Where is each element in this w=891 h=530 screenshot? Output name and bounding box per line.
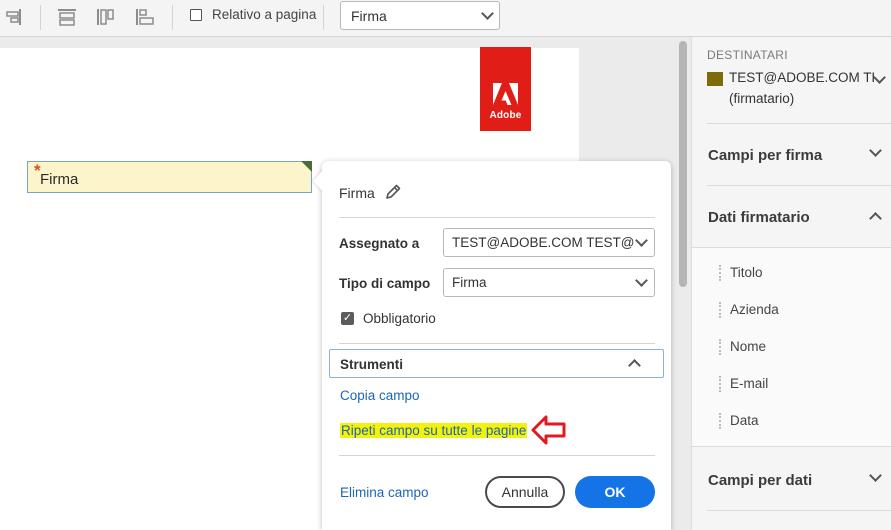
- field-type-select[interactable]: Firma: [340, 1, 500, 30]
- copy-field-link[interactable]: Copia campo: [340, 388, 420, 403]
- relative-to-page-checkbox[interactable]: [190, 9, 202, 21]
- annotation-arrow-icon: [531, 415, 566, 445]
- adobe-logo-text: Adobe: [489, 110, 522, 121]
- toolbar-separator: [172, 5, 173, 30]
- assigned-to-value: TEST@ADOBE.COM TEST@ADOBE.COM: [452, 235, 634, 250]
- chevron-down-icon: [481, 7, 494, 20]
- divider: [339, 455, 655, 456]
- popup-field-type-select[interactable]: Firma: [443, 268, 655, 297]
- recipient-email[interactable]: TEST@ADOBE.COM TE...: [729, 70, 874, 85]
- signer-item-titolo[interactable]: Titolo: [730, 265, 763, 280]
- signer-item-data[interactable]: Data: [730, 413, 759, 428]
- signature-field[interactable]: * Firma: [27, 161, 312, 193]
- signature-field-label: Firma: [40, 171, 79, 188]
- signer-item-nome[interactable]: Nome: [730, 339, 766, 354]
- field-corner-marker: [301, 161, 312, 172]
- required-label: Obbligatorio: [363, 311, 436, 326]
- recipient-role: (firmatario): [729, 91, 795, 106]
- field-type-label: Tipo di campo: [339, 276, 431, 291]
- divider: [707, 510, 891, 511]
- section-data-fields[interactable]: Campi per dati: [708, 472, 812, 489]
- align-columns-icon[interactable]: [96, 8, 116, 26]
- adobe-logo: Adobe: [480, 47, 531, 131]
- divider: [339, 343, 655, 344]
- chevron-down-icon: [635, 234, 648, 247]
- popup-field-type-value: Firma: [452, 275, 487, 290]
- assigned-to-label: Assegnato a: [339, 236, 420, 251]
- tools-section-title: Strumenti: [340, 357, 404, 372]
- toolbar: Relativo a pagina Firma: [0, 0, 891, 37]
- chevron-up-icon: [628, 359, 641, 372]
- pencil-icon[interactable]: [384, 183, 402, 201]
- popup-title: Firma: [339, 185, 375, 201]
- drag-handle-icon: [719, 302, 721, 318]
- divider: [339, 217, 655, 218]
- assigned-to-select[interactable]: TEST@ADOBE.COM TEST@ADOBE.COM: [443, 228, 655, 257]
- drag-handle-icon: [719, 265, 721, 281]
- repeat-field-all-pages-link[interactable]: Ripeti campo su tutte le pagine: [340, 423, 528, 438]
- divider: [707, 185, 891, 186]
- cancel-button[interactable]: Annulla: [485, 476, 565, 508]
- canvas-scroll-thumb[interactable]: [679, 41, 687, 287]
- drag-handle-icon: [719, 376, 721, 392]
- chevron-down-icon: [635, 274, 648, 287]
- align-right-icon[interactable]: [3, 8, 23, 26]
- toolbar-separator: [323, 5, 324, 30]
- divider: [707, 123, 891, 124]
- toolbar-separator: [40, 5, 41, 30]
- section-signer-data[interactable]: Dati firmatario: [708, 209, 810, 226]
- delete-field-link[interactable]: Elimina campo: [340, 485, 429, 500]
- required-checkbox[interactable]: ✓: [341, 312, 354, 325]
- distribute-icon[interactable]: [135, 8, 155, 26]
- adobe-a-mark: [493, 83, 518, 105]
- recipient-color-swatch: [707, 72, 723, 86]
- drag-handle-icon: [719, 339, 721, 355]
- tools-section-header[interactable]: Strumenti: [329, 349, 664, 378]
- section-signature-fields[interactable]: Campi per firma: [708, 147, 822, 164]
- signer-data-list: [692, 247, 891, 447]
- ok-button[interactable]: OK: [575, 476, 655, 508]
- drag-handle-icon: [719, 413, 721, 429]
- recipients-heading: DESTINATARI: [707, 48, 788, 62]
- relative-to-page-label: Relativo a pagina: [212, 7, 317, 22]
- signer-item-azienda[interactable]: Azienda: [730, 302, 779, 317]
- signer-item-email[interactable]: E-mail: [730, 376, 768, 391]
- align-top-icon[interactable]: [57, 8, 77, 26]
- popup-pointer: [313, 170, 323, 192]
- field-type-select-value: Firma: [351, 8, 387, 24]
